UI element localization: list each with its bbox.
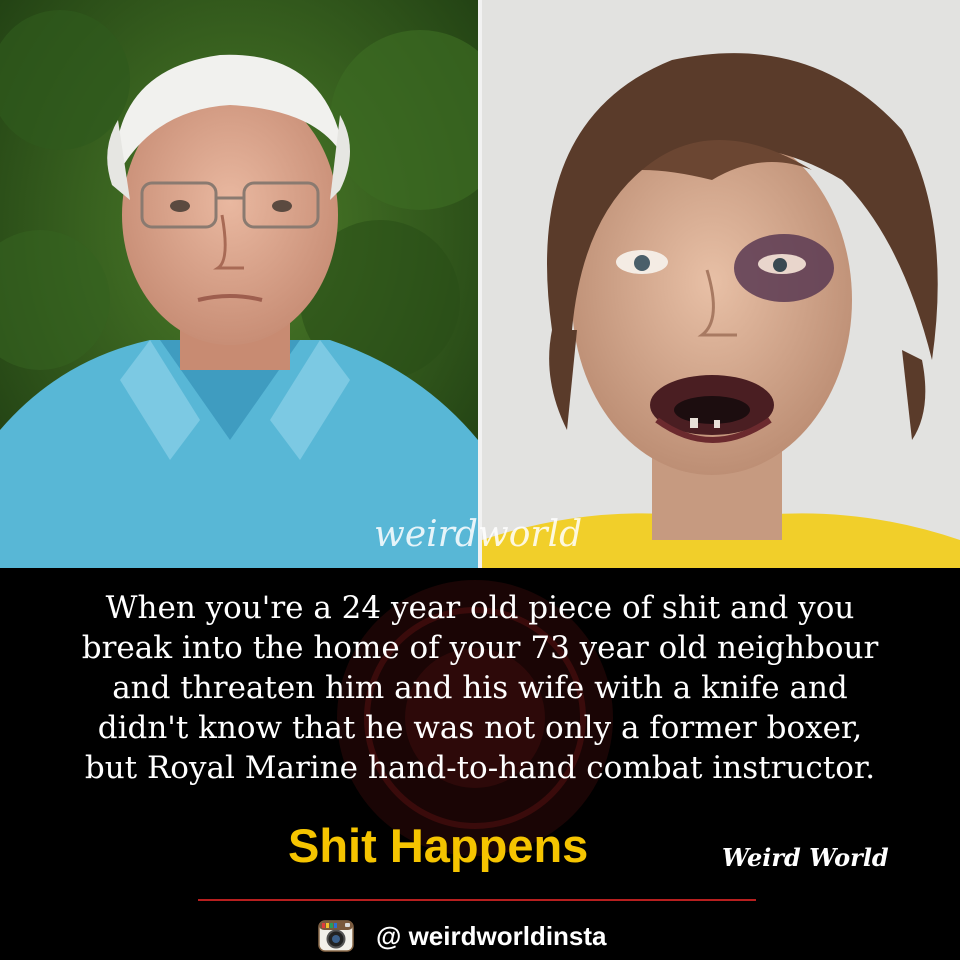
right-photo [482,0,960,568]
instagram-handle[interactable]: @ weirdworldinsta [376,921,607,952]
photo-panel: weirdworld [0,0,960,568]
weirdworld-watermark: weirdworld [374,514,582,555]
caption-line: break into the home of your 73 year old … [81,630,879,666]
social-handle[interactable]: @ weirdworldinsta [318,916,607,956]
instagram-icon [318,920,354,952]
brand-signature: Weird World [722,843,889,872]
caption-line: didn't know that he was not only a forme… [97,710,863,746]
divider-rule [198,899,756,901]
left-photo [0,0,478,568]
caption-line: and threaten him and his wife with a kni… [112,670,848,706]
caption-line: When you're a 24 year old piece of shit … [105,590,855,626]
caption-area: When you're a 24 year old piece of shit … [0,568,960,960]
svg-text:weirdworld: weirdworld [374,514,582,555]
caption-line: but Royal Marine hand-to-hand combat ins… [84,750,876,786]
caption-text: When you're a 24 year old piece of shit … [10,588,950,788]
tagline: Shit Happens [288,819,589,872]
